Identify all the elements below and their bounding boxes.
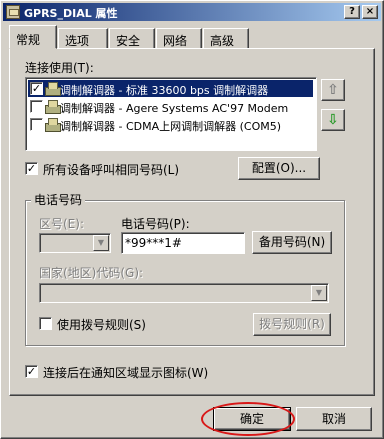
chevron-down-icon[interactable]: ▼	[93, 235, 109, 251]
show-icon-label: 连接后在通知区域显示图标(W)	[43, 366, 209, 380]
alternates-button[interactable]: 备用号码(N)	[252, 231, 332, 254]
list-item[interactable]: 调制解调器 - CDMA上网调制调解器 (COM5)	[28, 116, 313, 133]
device-checkbox[interactable]	[30, 118, 43, 131]
tab-options[interactable]: 选项	[58, 28, 108, 48]
up-arrow-icon: ⇧	[327, 82, 339, 98]
close-button[interactable]: ×	[362, 5, 378, 19]
all-devices-label: 所有设备呼叫相同号码(L)	[43, 163, 180, 177]
device-checkbox[interactable]: ✓	[30, 82, 43, 95]
move-up-button[interactable]: ⇧	[321, 79, 345, 101]
window-title: GPRS_DIAL 属性	[24, 7, 118, 20]
device-label: 调制解调器 - 标准 33600 bps 调制解调器	[60, 84, 269, 97]
device-label: 调制解调器 - Agere Systems AC'97 Modem	[60, 102, 289, 115]
ok-button[interactable]: 确定	[213, 407, 291, 431]
properties-dialog: GPRS_DIAL 属性 ? × 常规 选项 安全 网络 高级 连接使用(T):…	[0, 0, 384, 439]
configure-button[interactable]: 配置(O)...	[238, 157, 320, 180]
down-arrow-icon: ⇩	[327, 112, 339, 128]
phone-number-field[interactable]: *99***1#	[121, 232, 245, 254]
dialing-rules-button[interactable]: 拨号规则(R)	[253, 313, 331, 336]
cancel-button[interactable]: 取消	[296, 407, 372, 431]
device-checkbox[interactable]	[30, 100, 43, 113]
show-icon-checkbox[interactable]: ✓	[25, 365, 38, 378]
title-bar[interactable]: GPRS_DIAL 属性 ? ×	[3, 3, 381, 21]
tab-general[interactable]: 常规	[9, 25, 57, 49]
network-connection-icon	[6, 5, 20, 19]
move-down-button[interactable]: ⇩	[321, 109, 345, 131]
tab-security[interactable]: 安全	[109, 28, 155, 48]
area-code-combo[interactable]: ▼	[39, 233, 111, 253]
use-dialing-rules-label: 使用拨号规则(S)	[57, 318, 146, 332]
modem-icon	[44, 82, 61, 96]
list-item[interactable]: ✓ 调制解调器 - 标准 33600 bps 调制解调器	[28, 80, 313, 97]
chevron-down-icon[interactable]: ▼	[311, 285, 327, 301]
device-label: 调制解调器 - CDMA上网调制调解器 (COM5)	[60, 120, 282, 133]
use-dialing-rules-checkbox[interactable]	[39, 317, 52, 330]
device-list[interactable]: ✓ 调制解调器 - 标准 33600 bps 调制解调器 调制解调器 - Age…	[25, 77, 317, 151]
all-devices-checkbox[interactable]: ✓	[25, 162, 38, 175]
country-code-label: 国家(地区)代码(G):	[39, 266, 144, 280]
tab-advanced[interactable]: 高级	[203, 28, 249, 48]
modem-icon	[44, 118, 61, 132]
list-item[interactable]: 调制解调器 - Agere Systems AC'97 Modem	[28, 98, 313, 115]
tab-networking[interactable]: 网络	[156, 28, 202, 48]
phone-number-label: 电话号码(P):	[121, 217, 190, 231]
help-button[interactable]: ?	[344, 5, 360, 19]
country-code-combo[interactable]: ▼	[39, 283, 329, 303]
area-code-label: 区号(E):	[39, 217, 84, 231]
modem-icon	[44, 100, 61, 114]
phone-group-title: 电话号码	[31, 191, 86, 208]
connect-using-label: 连接使用(T):	[25, 61, 94, 75]
